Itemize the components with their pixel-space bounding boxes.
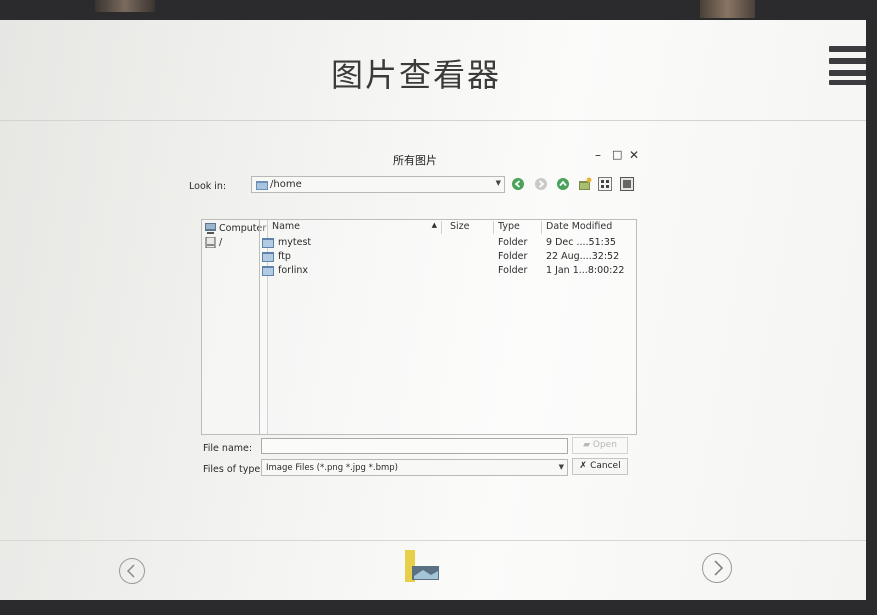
computer-icon: [205, 223, 216, 234]
column-header-type[interactable]: Type: [494, 221, 542, 234]
file-date: 22 Aug....32:52: [546, 251, 620, 262]
image-thumbnail-icon[interactable]: [405, 550, 441, 584]
look-in-label: Look in:: [189, 181, 227, 192]
forward-icon[interactable]: [534, 177, 548, 191]
column-header-date[interactable]: Date Modified: [542, 221, 630, 234]
bottom-bar: [0, 540, 866, 600]
dialog-title: 所有图片: [393, 154, 437, 167]
column-header-size[interactable]: Size: [442, 221, 494, 234]
files-of-type-label: Files of type:: [203, 464, 264, 475]
close-button[interactable]: ✕: [629, 148, 639, 162]
sidebar-item-computer[interactable]: Computer: [205, 223, 266, 235]
files-of-type-value: Image Files (*.png *.jpg *.bmp): [266, 463, 398, 473]
file-name-input[interactable]: [261, 438, 568, 454]
file-name-label: File name:: [203, 443, 253, 454]
files-of-type-combo[interactable]: Image Files (*.png *.jpg *.bmp) ▼: [261, 459, 568, 476]
look-in-value: /home: [270, 179, 302, 190]
file-row[interactable]: forlinx Folder 1 Jan 1...8:00:22: [260, 264, 636, 278]
maximize-button[interactable]: □: [612, 148, 622, 161]
sidebar-item-root[interactable]: /: [205, 237, 222, 249]
file-open-dialog: 所有图片 – □ ✕ Look in: /home ▼ Computer / N…: [185, 145, 645, 476]
column-header-name[interactable]: Name ▲: [260, 221, 442, 234]
chevron-right-icon: [714, 560, 724, 576]
chevron-down-icon: ▼: [495, 179, 501, 187]
file-type: Folder: [498, 237, 528, 248]
detail-view-icon[interactable]: [620, 177, 634, 191]
list-view-icon[interactable]: [598, 177, 612, 191]
file-row[interactable]: ftp Folder 22 Aug....32:52: [260, 250, 636, 264]
folder-icon: [262, 252, 274, 262]
hamburger-menu-icon[interactable]: [829, 44, 866, 86]
cancel-button[interactable]: ✗ Cancel: [572, 458, 628, 475]
file-list[interactable]: Name ▲ Size Type Date Modified mytest Fo…: [259, 219, 637, 435]
app-title: 图片查看器: [330, 56, 501, 94]
back-icon[interactable]: [511, 177, 525, 191]
chevron-down-icon: ▼: [558, 463, 564, 471]
next-button[interactable]: [702, 553, 732, 583]
drive-icon: [205, 237, 216, 248]
folder-icon: [262, 238, 274, 248]
folder-icon: [262, 266, 274, 276]
file-date: 1 Jan 1...8:00:22: [546, 265, 625, 276]
file-name: mytest: [278, 237, 312, 248]
app-header: 图片查看器: [0, 20, 866, 121]
file-type: Folder: [498, 251, 528, 262]
sidebar-item-label: /: [219, 237, 223, 248]
file-name: ftp: [278, 251, 291, 262]
open-icon: ▰: [583, 440, 593, 450]
parent-dir-icon[interactable]: [556, 177, 570, 191]
sort-ascending-icon: ▲: [431, 221, 437, 229]
chevron-left-icon: [126, 564, 135, 578]
file-row[interactable]: mytest Folder 9 Dec ....51:35: [260, 236, 636, 250]
bezel-glare: [95, 0, 155, 12]
screen: 图片查看器 所有图片 – □ ✕ Look in: /home ▼ Comput…: [0, 20, 866, 600]
file-date: 9 Dec ....51:35: [546, 237, 616, 248]
open-button[interactable]: ▰ Open: [572, 437, 628, 454]
file-name: forlinx: [278, 265, 308, 276]
cancel-icon: ✗: [579, 461, 591, 471]
look-in-combo[interactable]: /home ▼: [251, 176, 505, 193]
new-folder-icon[interactable]: [578, 177, 592, 191]
file-type: Folder: [498, 265, 528, 276]
previous-button[interactable]: [119, 558, 145, 584]
minimize-button[interactable]: –: [595, 148, 601, 162]
bezel-glare: [700, 0, 755, 18]
folder-icon: [256, 181, 268, 190]
places-sidebar: Computer /: [201, 219, 268, 435]
